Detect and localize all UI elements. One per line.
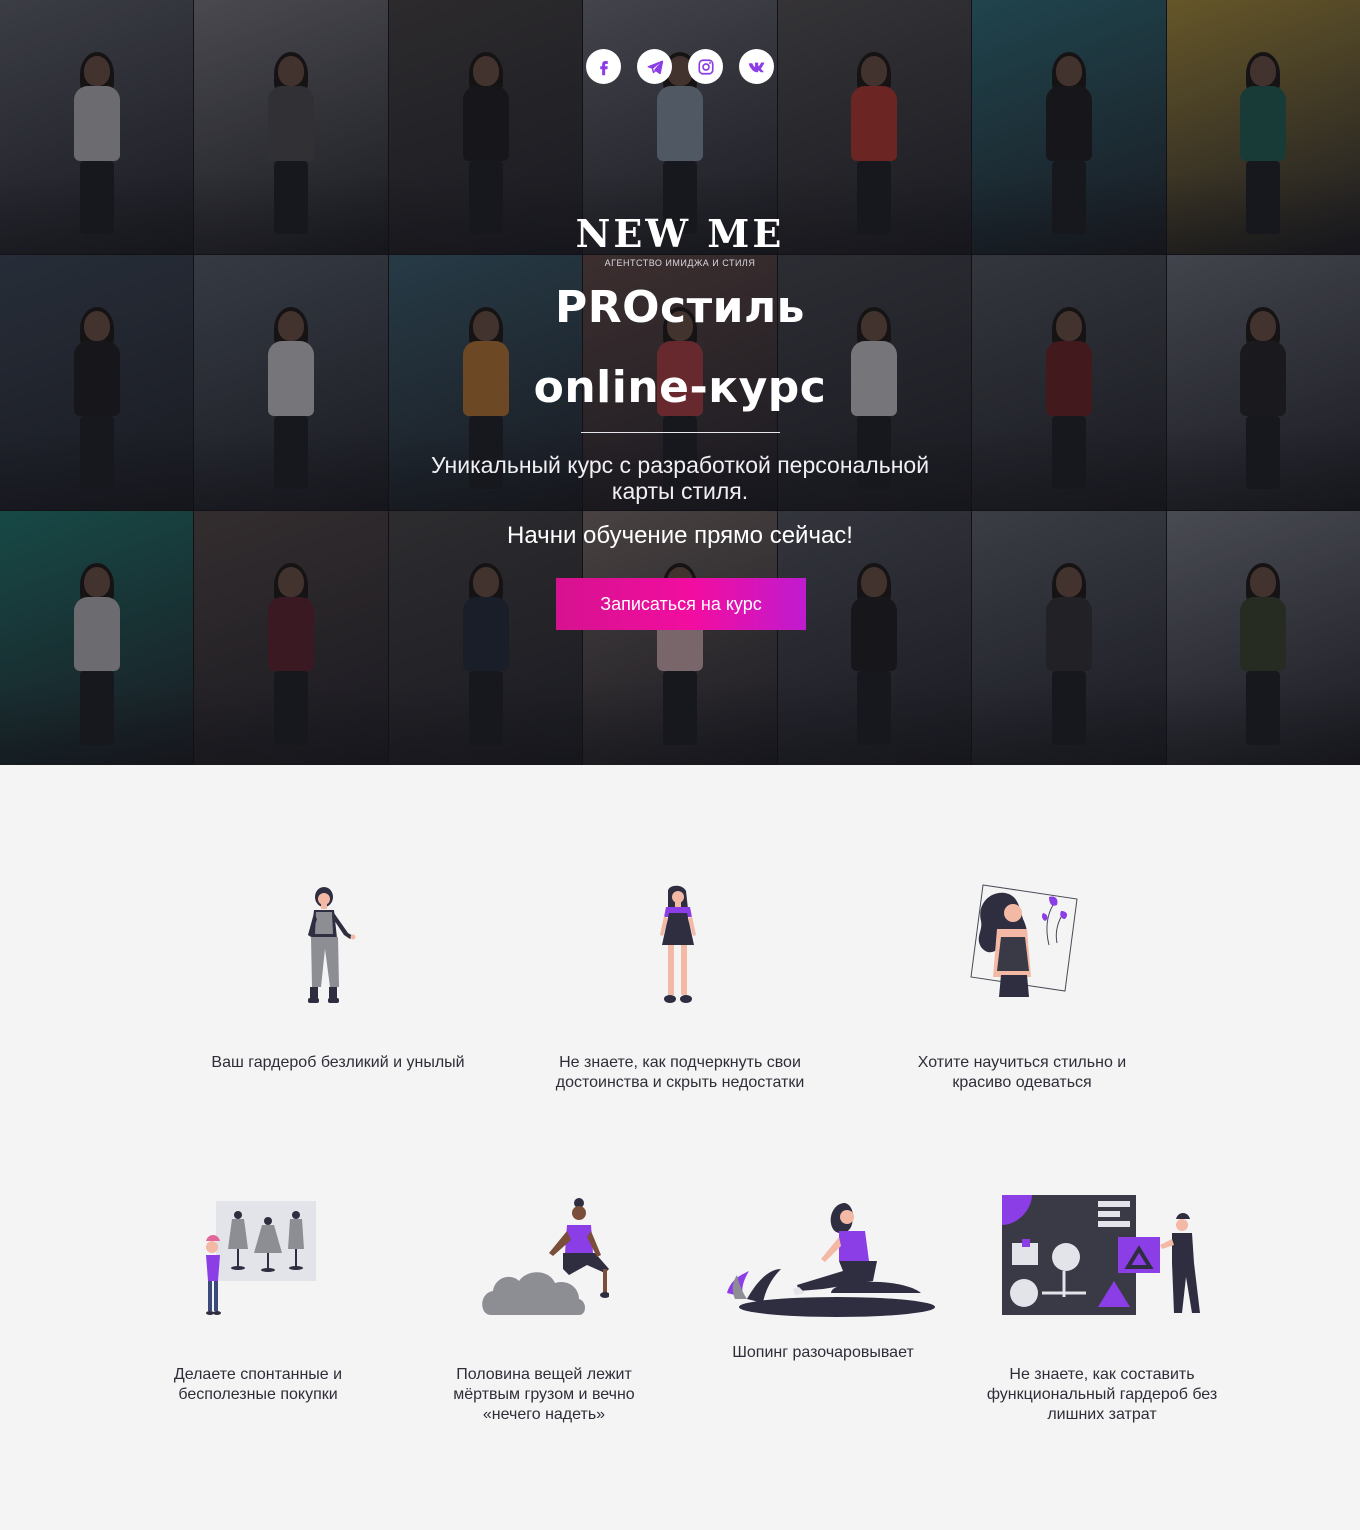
brand-tagline: АГЕНТСТВО ИМИДЖА И СТИЛЯ [604, 258, 756, 268]
facebook-button[interactable] [586, 49, 621, 84]
hero-divider [581, 432, 780, 433]
brand-name: NEW ME [575, 211, 785, 256]
pain-item: Шопинг разочаровывает [706, 1195, 940, 1363]
pain-item: Не знаете, как подчеркнуть свои достоинс… [550, 883, 810, 1093]
hero-section: NEW ME АГЕНТСТВО ИМИДЖА И СТИЛЯ PROстиль… [0, 0, 1360, 765]
woman-on-cloud-illustration [482, 1198, 609, 1315]
brand-logo: NEW ME АГЕНТСТВО ИМИДЖА И СТИЛЯ [0, 211, 1360, 269]
instagram-button[interactable] [688, 49, 723, 84]
pain-item: Половина вещей лежит мёртвым грузом и ве… [424, 1195, 664, 1425]
pain-item: Не знаете, как составить функциональный … [982, 1195, 1222, 1425]
woman-sitting-illustration [727, 1203, 935, 1317]
pain-item-label: Шопинг разочаровывает [732, 1344, 914, 1361]
pain-item-label: Не знаете, как составить функциональный … [986, 1366, 1218, 1423]
enroll-button[interactable]: Записаться на курс [556, 578, 806, 630]
pain-points-section: Ваш гардероб безликий и унылый Не знаете… [0, 765, 1360, 1530]
woman-shapes-board-illustration [1002, 1195, 1200, 1315]
hero-description: Уникальный курс с разработкой персональн… [430, 452, 930, 504]
vk-button[interactable] [739, 49, 774, 84]
instagram-icon [697, 58, 714, 75]
pain-item: Делаете спонтанные и бесполезные покупки [138, 1195, 378, 1405]
telegram-button[interactable] [637, 49, 672, 84]
pain-item-label: Не знаете, как подчеркнуть свои достоинс… [555, 1054, 805, 1091]
woman-gray-jumpsuit-illustration [308, 887, 356, 1003]
telegram-icon [647, 60, 663, 74]
pain-item-label: Делаете спонтанные и бесполезные покупки [173, 1366, 343, 1403]
facebook-icon [599, 60, 608, 75]
hero-title-line2: online-курс [533, 362, 827, 413]
hero-title-line1: PROстиль [555, 282, 805, 333]
hero-cta-text: Начни обучение прямо сейчас! [507, 522, 853, 549]
pain-item: Хотите научиться стильно и красиво одева… [892, 883, 1152, 1093]
woman-black-dress-illustration [660, 885, 696, 1003]
woman-mannequins-illustration [206, 1201, 316, 1315]
woman-portrait-frame-illustration [970, 884, 1078, 997]
pain-item: Ваш гардероб безликий и унылый [208, 883, 468, 1073]
social-links [586, 49, 774, 84]
vk-icon [748, 62, 764, 72]
pain-item-label: Половина вещей лежит мёртвым грузом и ве… [453, 1366, 635, 1423]
pain-item-label: Ваш гардероб безликий и унылый [211, 1054, 465, 1071]
pain-item-label: Хотите научиться стильно и красиво одева… [917, 1054, 1127, 1091]
